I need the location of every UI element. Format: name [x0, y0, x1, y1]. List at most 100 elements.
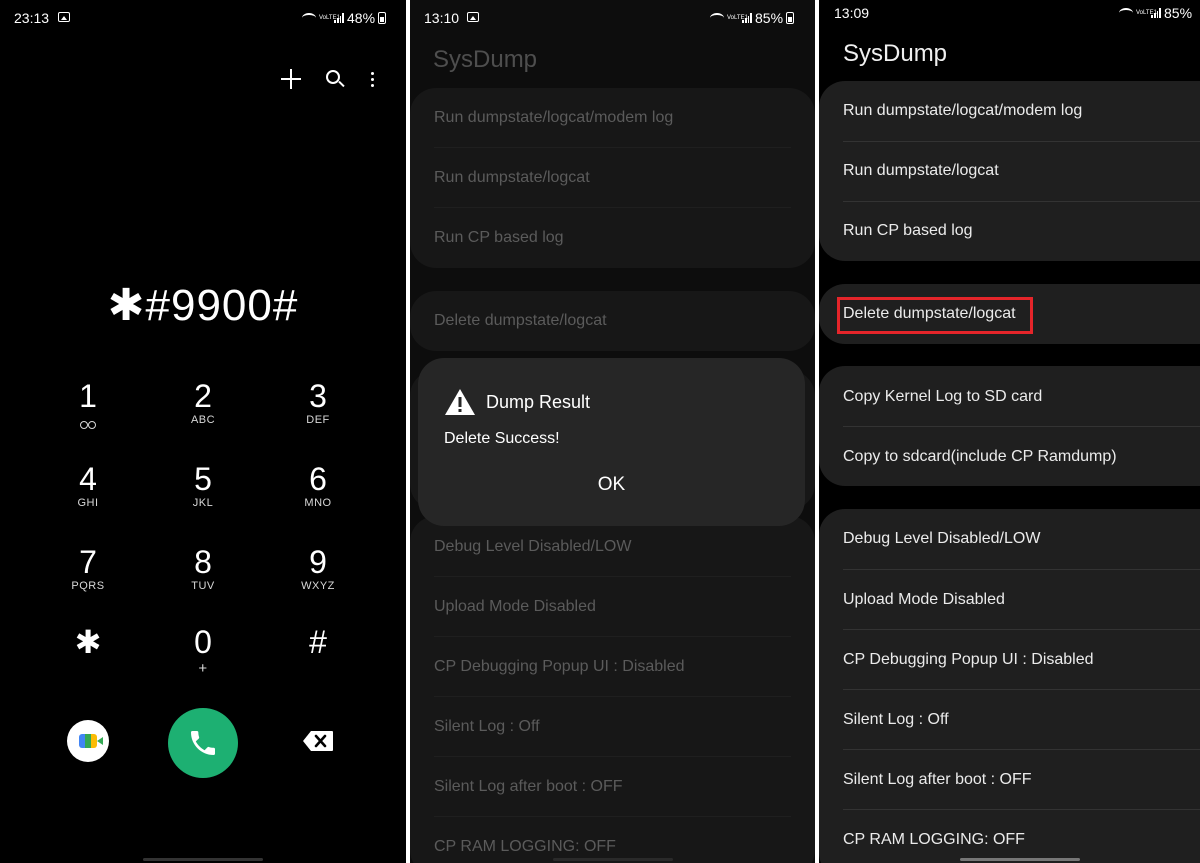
- menu-item-copy-kernel-log[interactable]: Copy Kernel Log to SD card: [843, 388, 1200, 406]
- menu-item-cp-debugging-popup[interactable]: CP Debugging Popup UI : Disabled: [434, 658, 791, 676]
- highlight-box: [837, 297, 1033, 334]
- menu-item-cp-ram-logging[interactable]: CP RAM LOGGING: OFF: [843, 831, 1200, 849]
- menu-item-silent-log-after-boot[interactable]: Silent Log after boot : OFF: [843, 771, 1200, 789]
- divider: [843, 569, 1200, 570]
- battery-percent: 85%: [755, 10, 784, 26]
- key-star[interactable]: ✱: [48, 624, 128, 694]
- divider: [434, 696, 791, 697]
- phone-icon: [191, 731, 215, 755]
- voicemail-icon: [80, 421, 96, 429]
- battery-percent: 48%: [347, 10, 376, 26]
- menu-item-run-dumpstate-logcat-modem[interactable]: Run dumpstate/logcat/modem log: [843, 102, 1200, 120]
- menu-item-run-cp-log[interactable]: Run CP based log: [843, 222, 1200, 240]
- battery-percent: 85%: [1164, 5, 1193, 21]
- menu-item-silent-log-after-boot[interactable]: Silent Log after boot : OFF: [434, 778, 791, 796]
- wifi-icon: [710, 13, 724, 23]
- divider: [843, 141, 1200, 142]
- divider: [434, 576, 791, 577]
- nav-handle[interactable]: [143, 858, 263, 861]
- plus-icon[interactable]: [278, 66, 304, 92]
- divider: [843, 749, 1200, 750]
- status-icons: VoLTE1 85%: [710, 10, 795, 26]
- card-delete: Delete dumpstate/logcat: [410, 291, 815, 351]
- ok-button[interactable]: OK: [418, 474, 805, 496]
- card-log-actions: Run dumpstate/logcat/modem log Run dumps…: [819, 81, 1200, 261]
- divider: [434, 147, 791, 148]
- key-7[interactable]: 7 PQRS: [48, 544, 128, 614]
- key-4[interactable]: 4 GHI: [48, 461, 128, 531]
- status-icons: VoLTE1 85%: [1119, 5, 1192, 21]
- volte-icon: VoLTE1: [727, 15, 748, 21]
- menu-item-run-dumpstate-logcat[interactable]: Run dumpstate/logcat: [434, 169, 791, 187]
- card-debug-settings: Debug Level Disabled/LOW Upload Mode Dis…: [410, 516, 815, 863]
- status-time: 23:13: [14, 10, 50, 26]
- divider: [434, 756, 791, 757]
- gallery-notification-icon: [58, 12, 70, 22]
- key-1[interactable]: 1: [48, 378, 128, 448]
- sysdump-screen: 13:09 VoLTE1 85% SysDump Run dumpstate/l…: [819, 0, 1200, 863]
- battery-icon: [378, 12, 387, 24]
- page-title: SysDump: [843, 40, 948, 67]
- menu-item-run-dumpstate-logcat-modem[interactable]: Run dumpstate/logcat/modem log: [434, 109, 791, 127]
- volte-icon: VoLTE1: [319, 15, 340, 21]
- search-icon[interactable]: [322, 66, 348, 92]
- dialog-message: Delete Success!: [444, 430, 560, 447]
- status-time: 13:09: [834, 5, 870, 21]
- backspace-icon[interactable]: [302, 730, 334, 752]
- divider: [843, 629, 1200, 630]
- signal-icon: [334, 13, 344, 23]
- divider: [843, 689, 1200, 690]
- nav-handle[interactable]: [553, 858, 673, 861]
- menu-item-run-cp-log[interactable]: Run CP based log: [434, 229, 791, 247]
- menu-item-cp-ram-logging[interactable]: CP RAM LOGGING: OFF: [434, 838, 791, 856]
- dialed-number: ✱#9900#: [107, 281, 299, 330]
- divider: [843, 809, 1200, 810]
- menu-item-upload-mode[interactable]: Upload Mode Disabled: [843, 591, 1200, 609]
- divider: [434, 636, 791, 637]
- status-bar: 23:13 VoLTE1 48%: [0, 0, 406, 34]
- menu-item-copy-sdcard-cp-ramdump[interactable]: Copy to sdcard(include CP Ramdump): [843, 448, 1200, 466]
- dialer-screen: 23:13 VoLTE1 48% ✱#9900# 1 2 ABC 3 DEF 4…: [0, 0, 406, 863]
- page-title: SysDump: [433, 46, 538, 73]
- menu-item-silent-log[interactable]: Silent Log : Off: [434, 718, 791, 736]
- status-icons: VoLTE1 48%: [302, 10, 387, 26]
- signal-icon: [742, 13, 752, 23]
- key-8[interactable]: 8 TUV: [163, 544, 243, 614]
- key-5[interactable]: 5 JKL: [163, 461, 243, 531]
- wifi-icon: [302, 13, 316, 23]
- menu-item-cp-debugging-popup[interactable]: CP Debugging Popup UI : Disabled: [843, 651, 1200, 669]
- status-bar: 13:10 VoLTE1 85%: [410, 0, 815, 34]
- volte-icon: VoLTE1: [1136, 10, 1157, 16]
- divider: [434, 816, 791, 817]
- wifi-icon: [1119, 8, 1133, 18]
- menu-item-delete-dumpstate-logcat[interactable]: Delete dumpstate/logcat: [434, 312, 791, 330]
- menu-item-silent-log[interactable]: Silent Log : Off: [843, 711, 1200, 729]
- divider: [843, 201, 1200, 202]
- gallery-notification-icon: [467, 12, 479, 22]
- key-hash[interactable]: #: [278, 624, 358, 694]
- card-log-actions: Run dumpstate/logcat/modem log Run dumps…: [410, 88, 815, 268]
- menu-item-run-dumpstate-logcat[interactable]: Run dumpstate/logcat: [843, 162, 1200, 180]
- key-3[interactable]: 3 DEF: [278, 378, 358, 448]
- key-0[interactable]: 0 +: [163, 624, 243, 694]
- battery-icon: [786, 12, 795, 24]
- warning-icon: [445, 389, 475, 415]
- google-meet-icon[interactable]: [67, 720, 109, 762]
- card-copy-logs: Copy Kernel Log to SD card Copy to sdcar…: [819, 366, 1200, 486]
- divider: [434, 207, 791, 208]
- divider: [843, 426, 1200, 427]
- menu-item-debug-level[interactable]: Debug Level Disabled/LOW: [434, 538, 791, 556]
- key-2[interactable]: 2 ABC: [163, 378, 243, 448]
- key-6[interactable]: 6 MNO: [278, 461, 358, 531]
- key-9[interactable]: 9 WXYZ: [278, 544, 358, 614]
- menu-item-debug-level[interactable]: Debug Level Disabled/LOW: [843, 530, 1200, 548]
- menu-item-upload-mode[interactable]: Upload Mode Disabled: [434, 598, 791, 616]
- signal-icon: [1151, 8, 1161, 18]
- nav-handle[interactable]: [960, 858, 1080, 861]
- more-vert-icon[interactable]: [359, 66, 385, 92]
- card-debug-settings: Debug Level Disabled/LOW Upload Mode Dis…: [819, 509, 1200, 863]
- status-time: 13:10: [424, 10, 460, 26]
- status-bar: 13:09 VoLTE1 85%: [819, 0, 1200, 34]
- dump-result-dialog: Dump Result Delete Success! OK: [418, 358, 805, 526]
- call-button[interactable]: [168, 708, 238, 778]
